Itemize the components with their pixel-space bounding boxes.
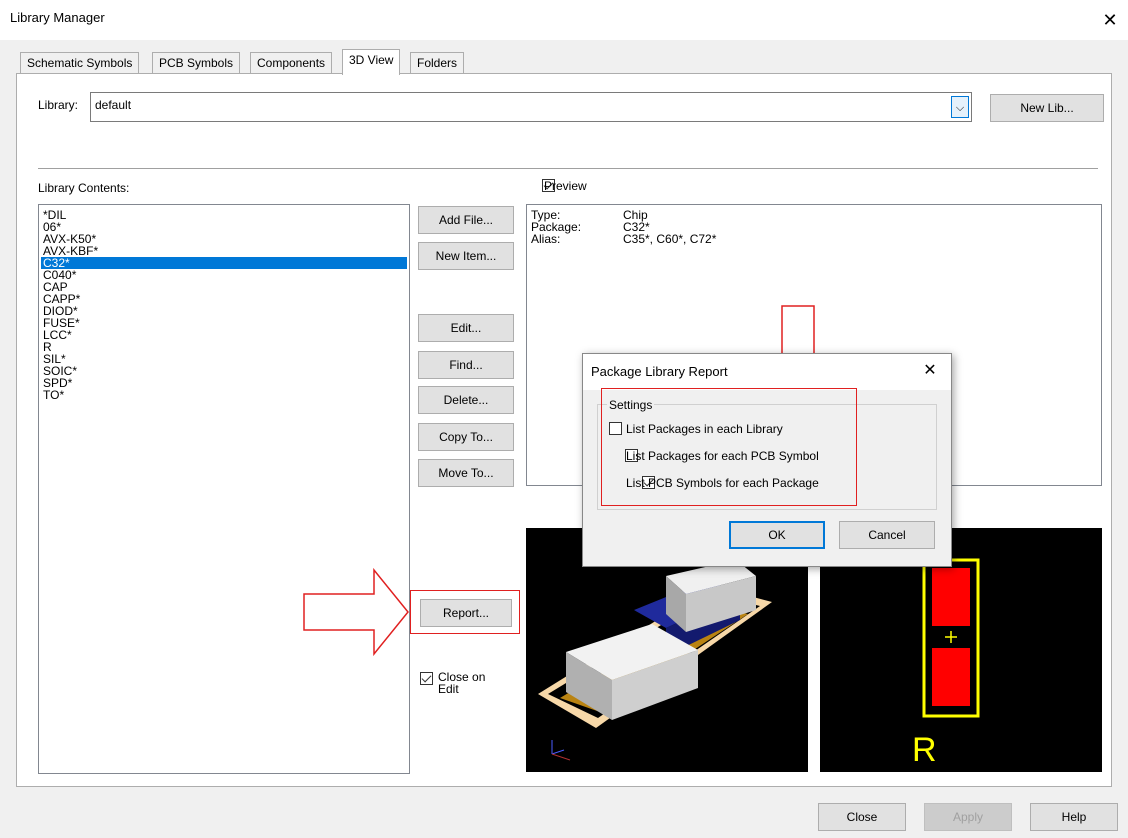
- arrow-right-annotation: [303, 568, 409, 656]
- tab-pcb-symbols[interactable]: PCB Symbols: [152, 52, 241, 74]
- tab-schematic-symbols[interactable]: Schematic Symbols: [20, 52, 140, 74]
- edit-button[interactable]: Edit...: [418, 314, 514, 342]
- close-on-edit-checkbox[interactable]: [420, 672, 433, 685]
- new-item-button[interactable]: New Item...: [418, 242, 514, 270]
- list-item[interactable]: C040*: [41, 269, 407, 281]
- library-contents-list[interactable]: *DIL 06* AVX-K50* AVX-KBF* C32* C040* CAP CAPP*…: [38, 204, 410, 774]
- tab-folders[interactable]: Folders: [410, 52, 465, 74]
- tab-components[interactable]: Components: [250, 52, 333, 74]
- new-lib-button[interactable]: New Lib...: [990, 94, 1104, 122]
- close-button[interactable]: Close: [818, 803, 906, 831]
- move-to-button[interactable]: Move To...: [418, 459, 514, 487]
- close-icon[interactable]: ✕: [1096, 6, 1124, 34]
- list-item[interactable]: C32*: [41, 257, 407, 269]
- list-item[interactable]: SPD*: [41, 377, 407, 389]
- delete-button[interactable]: Delete...: [418, 386, 514, 414]
- ok-button[interactable]: OK: [729, 521, 825, 549]
- copy-to-button[interactable]: Copy To...: [418, 423, 514, 451]
- option-packages-for-pcb-symbol-label: List Packages for each PCB Symbol: [626, 449, 819, 463]
- package-library-report-dialog: Package Library Report ✕ Settings List P…: [582, 353, 952, 567]
- list-item[interactable]: *DIL: [41, 209, 407, 221]
- title-bar: Library Manager ✕: [0, 0, 1128, 40]
- list-item[interactable]: LCC*: [41, 329, 407, 341]
- find-button[interactable]: Find...: [418, 351, 514, 379]
- list-item[interactable]: CAP: [41, 281, 407, 293]
- option-packages-in-library-label: List Packages in each Library: [626, 422, 783, 436]
- list-item[interactable]: TO*: [41, 389, 407, 401]
- list-item[interactable]: CAPP*: [41, 293, 407, 305]
- cancel-button[interactable]: Cancel: [839, 521, 935, 549]
- alias-label: Alias:: [531, 232, 561, 246]
- library-label: Library:: [38, 98, 79, 112]
- pcb-ref-designator: R: [912, 731, 937, 769]
- tab-3d-view[interactable]: 3D View: [342, 49, 401, 75]
- list-item[interactable]: SIL*: [41, 353, 407, 365]
- help-button[interactable]: Help: [1030, 803, 1118, 831]
- list-item[interactable]: DIOD*: [41, 305, 407, 317]
- report-button[interactable]: Report...: [420, 599, 512, 627]
- alias-value: C35*, C60*, C72*: [623, 232, 717, 246]
- settings-group-label: Settings: [607, 398, 655, 412]
- divider: [38, 168, 1098, 169]
- add-file-button[interactable]: Add File...: [418, 206, 514, 234]
- dialog-close-icon[interactable]: ✕: [917, 358, 943, 384]
- dialog-title: Package Library Report: [591, 364, 728, 379]
- chevron-down-icon[interactable]: ⌵: [951, 96, 969, 118]
- library-contents-label: Library Contents:: [38, 181, 130, 195]
- list-item[interactable]: AVX-KBF*: [41, 245, 407, 257]
- preview-label: Preview: [544, 179, 587, 193]
- option-pcb-symbols-for-package-label: List PCB Symbols for each Package: [626, 476, 819, 490]
- option-packages-in-library-checkbox[interactable]: [609, 422, 622, 435]
- list-item[interactable]: FUSE*: [41, 317, 407, 329]
- apply-button[interactable]: Apply: [924, 803, 1012, 831]
- list-item[interactable]: SOIC*: [41, 365, 407, 377]
- library-value: default: [95, 98, 132, 112]
- library-select[interactable]: default ⌵: [90, 92, 972, 122]
- window-title: Library Manager: [10, 10, 105, 25]
- list-item[interactable]: R: [41, 341, 407, 353]
- close-on-edit-label: Close on Edit: [438, 670, 486, 696]
- dialog-title-bar: Package Library Report ✕: [583, 354, 951, 390]
